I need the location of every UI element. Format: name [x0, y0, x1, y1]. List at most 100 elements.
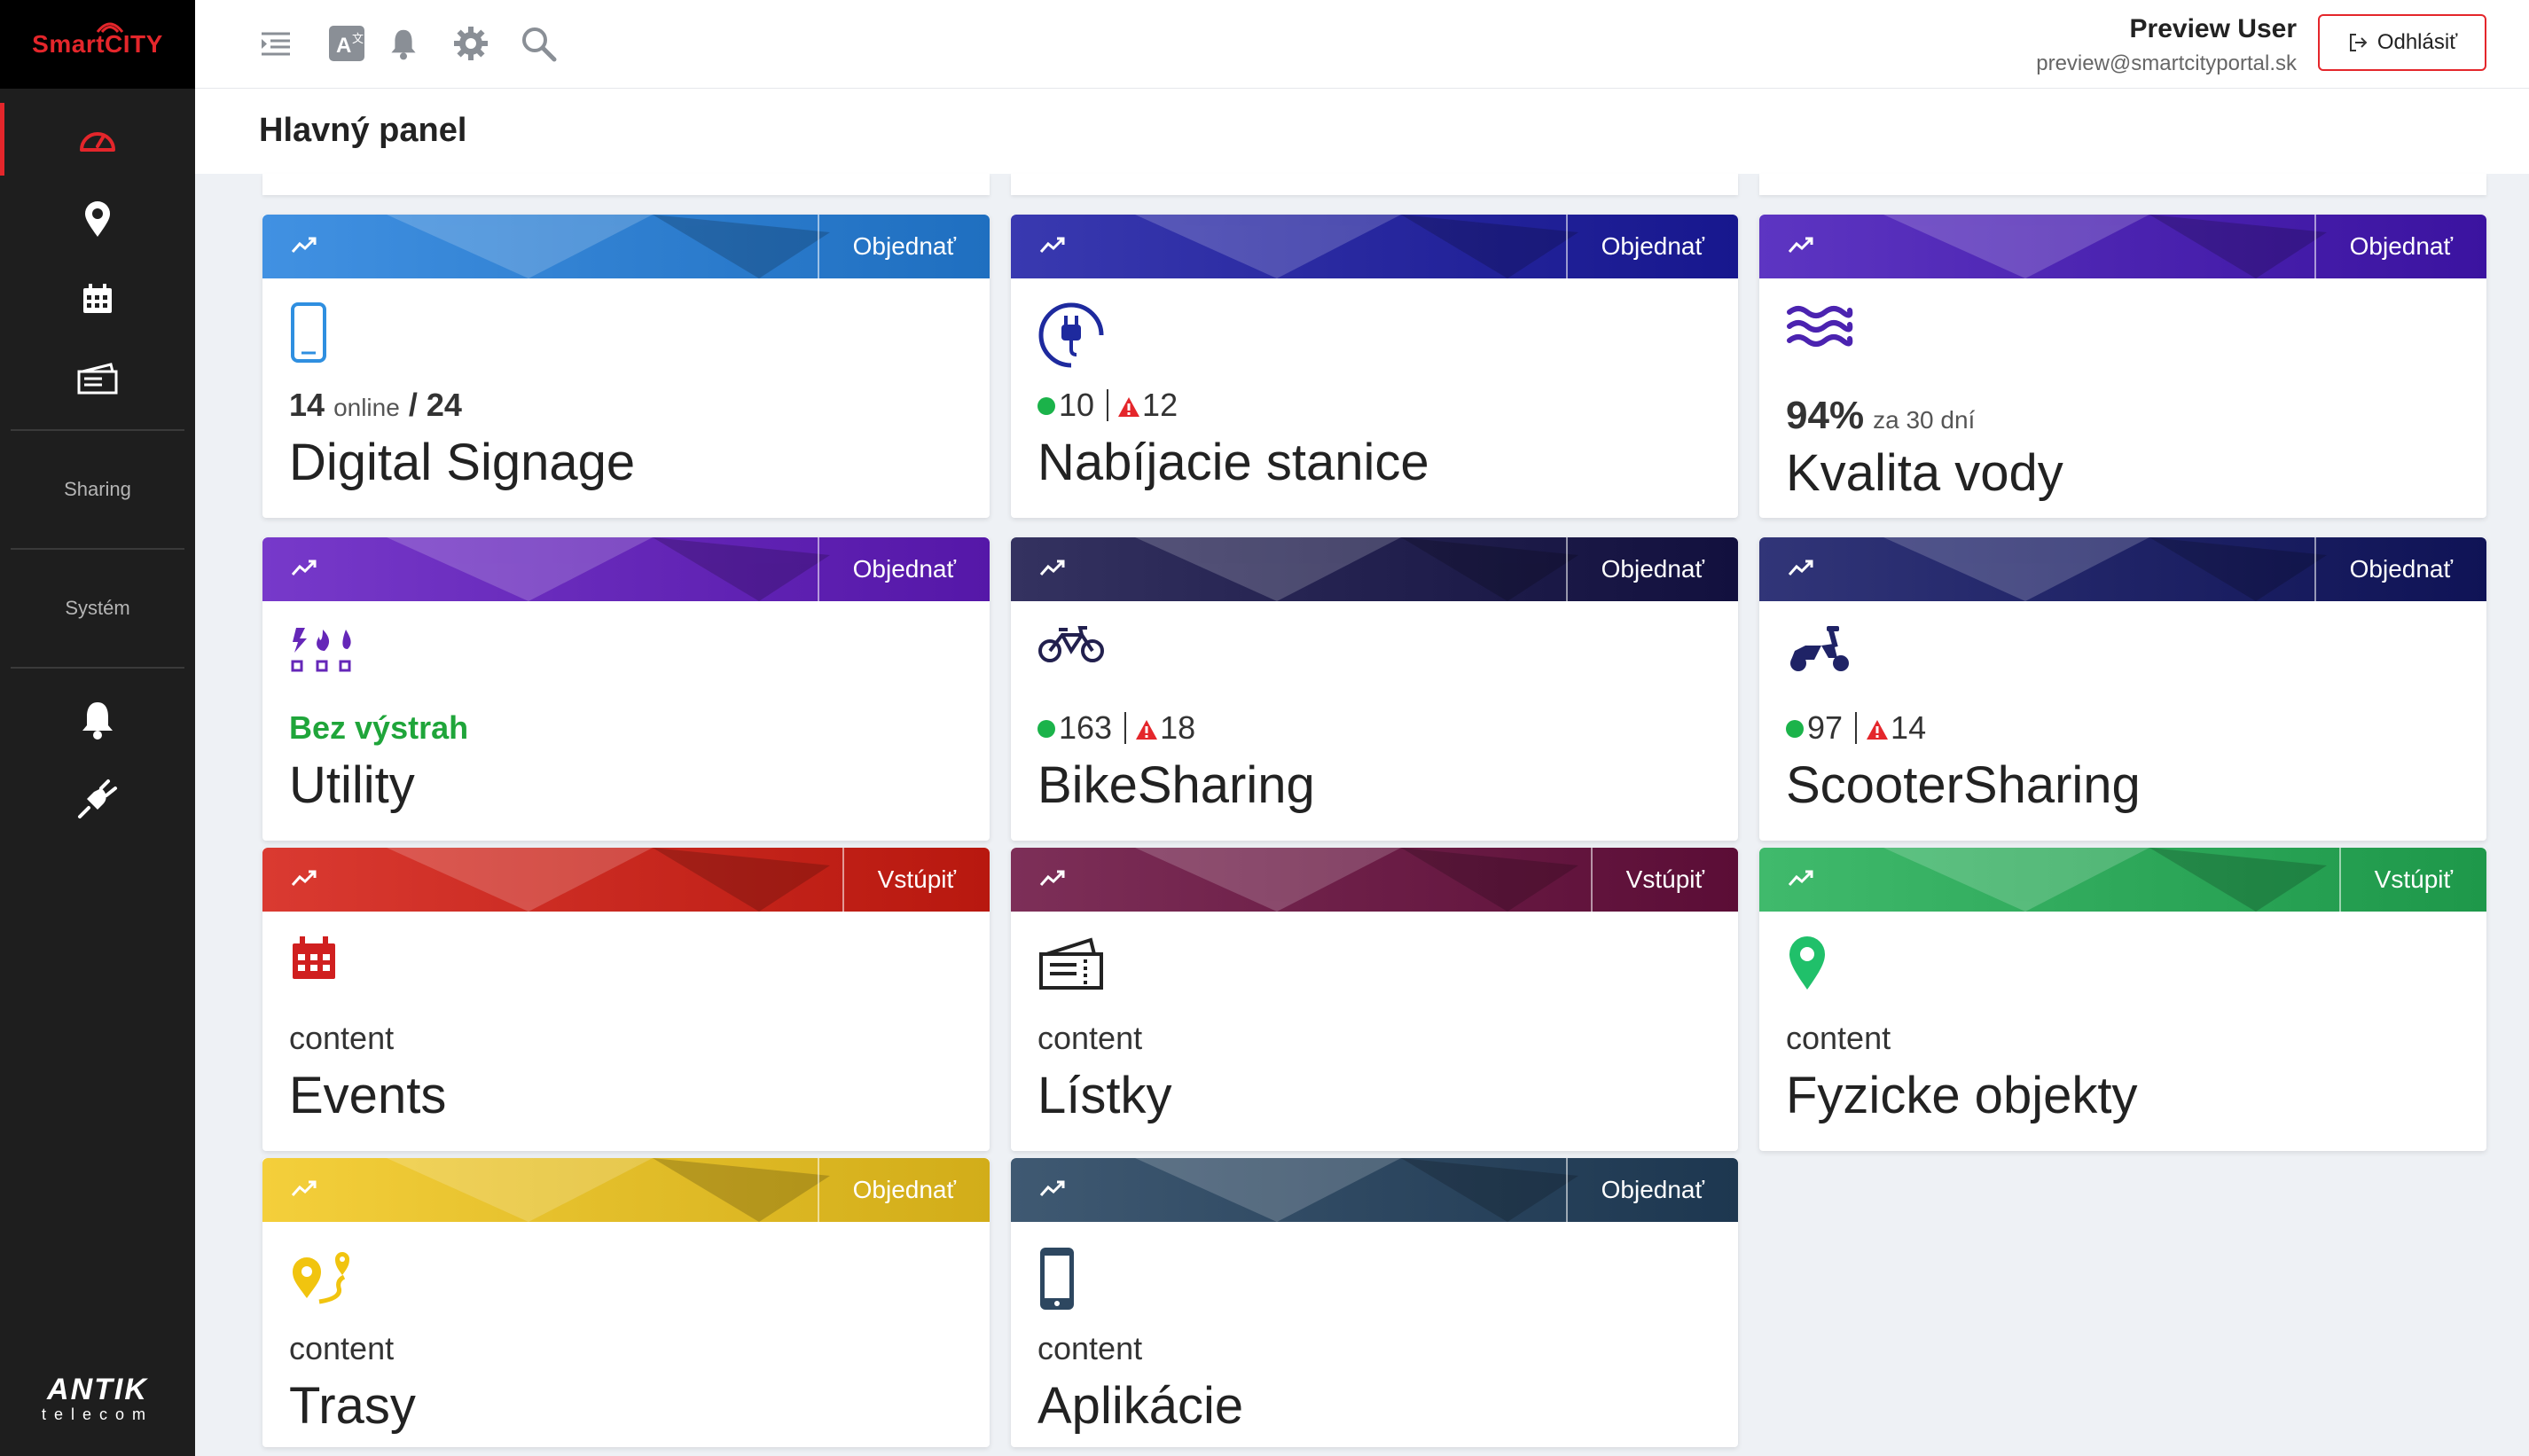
order-button[interactable]: Objednať	[817, 1158, 990, 1222]
tile-title[interactable]: Digital Signage	[289, 433, 635, 492]
status-divider	[1107, 389, 1109, 421]
tile-apps[interactable]: Objednať content Aplikácie	[1011, 1158, 1738, 1447]
tile-header: Objednať	[1011, 1158, 1738, 1222]
svg-text:A: A	[336, 34, 351, 58]
tile-header: Vstúpiť	[1759, 848, 2486, 912]
menu-toggle-icon[interactable]	[255, 23, 296, 64]
tile-title[interactable]: ScooterSharing	[1786, 755, 2141, 815]
objects-icon	[1786, 935, 1828, 996]
tile-header: Objednať	[262, 1158, 990, 1222]
order-button[interactable]: Objednať	[817, 215, 990, 278]
calendar-icon	[83, 284, 112, 313]
tile-title[interactable]: Lístky	[1037, 1066, 1172, 1125]
trending-icon	[1039, 560, 1065, 575]
sidebar-item-tickets[interactable]	[0, 339, 195, 419]
header-pattern	[387, 537, 830, 601]
order-button[interactable]: Objednať	[1565, 1158, 1738, 1222]
sidebar-item-calendar[interactable]	[0, 259, 195, 339]
tile-title[interactable]: Fyzicke objekty	[1786, 1066, 2137, 1125]
tile-body: content Events	[262, 912, 990, 1151]
smartcity-logo[interactable]: SmartCITY	[0, 0, 195, 89]
tile-title[interactable]: Utility	[289, 755, 415, 815]
quality-percent: 94%	[1786, 394, 1865, 437]
antik-telecom-brand: ANTIK telecom	[0, 1373, 195, 1424]
sidebar-item-map[interactable]	[0, 179, 195, 259]
sidebar-item-dashboard[interactable]	[0, 99, 195, 179]
order-button[interactable]: Objednať	[817, 537, 990, 601]
sidebar-item-notifications[interactable]	[0, 679, 195, 759]
tile-objects[interactable]: Vstúpiť content Fyzicke objekty	[1759, 848, 2486, 1151]
tile-status: 94% za 30 dní	[1786, 394, 1975, 438]
ok-status-dot	[1786, 720, 1804, 738]
tile-title[interactable]: Aplikácie	[1037, 1376, 1243, 1436]
scooter-icon	[1786, 624, 1853, 678]
enter-button[interactable]: Vstúpiť	[842, 848, 990, 912]
tickets-icon	[1037, 935, 1105, 996]
tile-status: 97 14	[1786, 709, 1926, 747]
scrolled-card-edge	[262, 174, 990, 195]
tile-body: content Aplikácie	[1011, 1222, 1738, 1456]
tile-utility[interactable]: Objednať Bez výstrah Utility	[262, 537, 990, 841]
digital-signage-icon	[289, 301, 328, 368]
tile-status: 14 online / 24	[289, 387, 462, 424]
order-button[interactable]: Objednať	[1565, 215, 1738, 278]
tile-body: 94% za 30 dní Kvalita vody	[1759, 278, 2486, 518]
ok-status-dot	[1037, 720, 1055, 738]
tile-tickets[interactable]: Vstúpiť content Lístky	[1011, 848, 1738, 1151]
translate-icon[interactable]: A文	[326, 23, 367, 64]
tile-body: 14 online / 24 Digital Signage	[262, 278, 990, 518]
ok-status-dot	[1037, 397, 1055, 415]
tile-title[interactable]: Trasy	[289, 1376, 416, 1436]
tile-water[interactable]: Objednať 94% za 30 dní Kvalita vody	[1759, 215, 2486, 518]
order-button[interactable]: Objednať	[2314, 215, 2486, 278]
ok-count: 10	[1059, 387, 1095, 423]
trending-icon	[1788, 237, 1813, 253]
total-separator: /	[408, 387, 418, 423]
trending-icon	[291, 237, 317, 253]
tile-title[interactable]: BikeSharing	[1037, 755, 1315, 815]
tile-scooter[interactable]: Objednať 97 14 ScooterSharing	[1759, 537, 2486, 841]
enter-button[interactable]: Vstúpiť	[2338, 848, 2486, 912]
sidebar-divider	[11, 667, 184, 669]
tile-title[interactable]: Events	[289, 1066, 446, 1125]
tile-bike[interactable]: Objednať 163 18 BikeSharing	[1011, 537, 1738, 841]
enter-button[interactable]: Vstúpiť	[1590, 848, 1738, 912]
status-divider	[1124, 712, 1127, 744]
warning-icon	[1867, 720, 1889, 740]
quality-period: za 30 dní	[1873, 406, 1976, 434]
tile-title[interactable]: Nabíjacie stanice	[1037, 433, 1429, 492]
header-pattern	[1135, 848, 1578, 912]
sidebar-section-sharing[interactable]: Sharing	[0, 442, 195, 537]
user-email: preview@smartcityportal.sk	[2036, 51, 2297, 75]
gear-icon[interactable]	[450, 23, 491, 64]
plug-icon	[78, 779, 117, 818]
alert-count: 12	[1142, 387, 1178, 423]
order-button[interactable]: Objednať	[1565, 537, 1738, 601]
tile-routes[interactable]: Objednať content Trasy	[262, 1158, 990, 1447]
sidebar-divider	[11, 548, 184, 550]
sidebar-section-system[interactable]: Systém	[0, 560, 195, 656]
tile-status: content	[1786, 1020, 1891, 1057]
online-label: online	[333, 394, 400, 421]
sidebar-item-integrations[interactable]	[0, 759, 195, 839]
signal-arcs-icon	[96, 22, 124, 34]
header-pattern	[1883, 848, 2327, 912]
bike-icon	[1037, 624, 1105, 668]
logout-button[interactable]: Odhlásiť	[2318, 14, 2486, 71]
bell-icon[interactable]	[383, 23, 424, 64]
tile-content-label: content	[1786, 1020, 1891, 1056]
search-icon[interactable]	[518, 23, 559, 64]
tile-title[interactable]: Kvalita vody	[1786, 443, 2063, 503]
top-bar: A文 Preview User preview@smartcityportal.…	[195, 0, 2529, 89]
events-icon	[289, 935, 339, 985]
user-info: Preview User preview@smartcityportal.sk	[2036, 14, 2297, 76]
tile-body: content Trasy	[262, 1222, 990, 1456]
tile-status: 10 12	[1037, 387, 1178, 424]
tile-header: Objednať	[1011, 215, 1738, 278]
sidebar-divider	[11, 429, 184, 431]
tile-events[interactable]: Vstúpiť content Events	[262, 848, 990, 1151]
tile-charging[interactable]: Objednať 10 12 Nabíjacie stanice	[1011, 215, 1738, 518]
order-button[interactable]: Objednať	[2314, 537, 2486, 601]
tile-digital-signage[interactable]: Objednať 14 online / 24 Digital Signage	[262, 215, 990, 518]
title-bar: Hlavný panel	[195, 89, 2529, 174]
